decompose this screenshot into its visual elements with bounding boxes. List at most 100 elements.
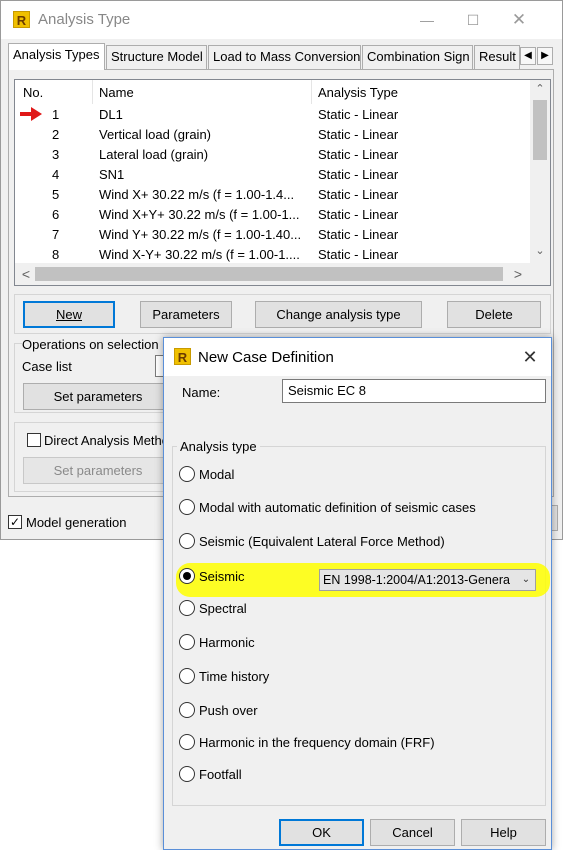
radio-seismic-elf[interactable] xyxy=(179,533,195,549)
model-generation-checkbox[interactable]: ✓ xyxy=(8,515,22,529)
new-button-label: New xyxy=(55,307,82,322)
tab-scroll-left-icon[interactable]: ◀ xyxy=(520,47,536,65)
radio-harmonic[interactable] xyxy=(179,634,195,650)
tab-combination-sign[interactable]: Combination Sign xyxy=(362,45,473,69)
parameters-button[interactable]: Parameters xyxy=(140,301,232,328)
list-item[interactable]: 3 Lateral load (grain) Static - Linear xyxy=(15,145,530,165)
window-title: Analysis Type xyxy=(38,11,131,28)
radio-modal[interactable] xyxy=(179,466,195,482)
column-header-type[interactable]: Analysis Type xyxy=(318,85,398,105)
scroll-up-icon[interactable]: ⌃ xyxy=(530,82,550,95)
option-label-harmonic-frf: Harmonic in the frequency domain (FRF) xyxy=(199,735,435,750)
minimize-button[interactable]: — xyxy=(404,1,450,39)
option-label-push-over: Push over xyxy=(199,703,258,718)
seismic-code-value: EN 1998-1:2004/A1:2013-Genera xyxy=(323,573,510,587)
row-no: 2 xyxy=(52,127,60,142)
column-header-no[interactable]: No. xyxy=(23,85,43,105)
dialog-close-icon[interactable]: ✕ xyxy=(510,338,550,376)
cancel-button-label: Cancel xyxy=(392,825,433,840)
radio-spectral[interactable] xyxy=(179,600,195,616)
radio-harmonic-frf[interactable] xyxy=(179,734,195,750)
new-button[interactable]: New xyxy=(23,301,115,328)
row-no: 6 xyxy=(52,207,60,222)
change-analysis-type-button[interactable]: Change analysis type xyxy=(255,301,422,328)
column-header-name[interactable]: Name xyxy=(99,85,134,105)
tab-load-to-mass[interactable]: Load to Mass Conversion xyxy=(208,45,361,69)
operations-group-label: Operations on selection xyxy=(22,337,163,352)
radio-footfall[interactable] xyxy=(179,766,195,782)
tab-result[interactable]: Result xyxy=(474,45,520,69)
option-label-seismic-elf: Seismic (Equivalent Lateral Force Method… xyxy=(199,534,445,549)
row-no: 7 xyxy=(52,227,60,242)
scrollbar-thumb[interactable] xyxy=(35,267,503,281)
analysis-type-group-label: Analysis type xyxy=(177,439,260,454)
list-item[interactable]: 2 Vertical load (grain) Static - Linear xyxy=(15,125,530,145)
set-parameters-label: Set parameters xyxy=(53,389,143,404)
row-type: Static - Linear xyxy=(318,107,399,122)
direct-analysis-checkbox[interactable] xyxy=(27,433,41,447)
close-button[interactable]: ✕ xyxy=(496,1,542,39)
row-type: Static - Linear xyxy=(318,147,399,162)
horizontal-scrollbar[interactable]: < > xyxy=(15,263,530,285)
radio-modal-automatic[interactable] xyxy=(179,499,195,515)
tab-structure-model[interactable]: Structure Model xyxy=(106,45,207,69)
row-name: SN1 xyxy=(99,167,125,182)
row-no: 8 xyxy=(52,247,60,262)
vertical-scrollbar[interactable]: ⌃ ⌄ xyxy=(530,80,550,263)
column-divider[interactable] xyxy=(92,80,93,104)
direct-set-parameters-label: Set parameters xyxy=(53,463,143,478)
seismic-code-select[interactable]: EN 1998-1:2004/A1:2013-Genera ⌄ xyxy=(319,569,536,591)
scrollbar-corner xyxy=(530,263,550,285)
list-item[interactable]: 6 Wind X+Y+ 30.22 m/s (f = 1.00-1... Sta… xyxy=(15,205,530,225)
model-generation-label: Model generation xyxy=(26,515,127,530)
maximize-button[interactable]: ☐ xyxy=(450,1,496,39)
list-item[interactable]: 4 SN1 Static - Linear xyxy=(15,165,530,185)
scroll-left-icon[interactable]: < xyxy=(19,266,33,282)
ok-button[interactable]: OK xyxy=(279,819,364,846)
list-item[interactable]: 8 Wind X-Y+ 30.22 m/s (f = 1.00-1.... St… xyxy=(15,245,530,263)
row-no: 5 xyxy=(52,187,60,202)
row-type: Static - Linear xyxy=(318,207,399,222)
list-item[interactable]: 7 Wind Y+ 30.22 m/s (f = 1.00-1.40... St… xyxy=(15,225,530,245)
scroll-right-icon[interactable]: > xyxy=(511,266,525,282)
delete-button[interactable]: Delete xyxy=(447,301,541,328)
help-button[interactable]: Help xyxy=(461,819,546,846)
robot-app-icon: R xyxy=(13,11,30,28)
direct-set-parameters-button[interactable]: Set parameters xyxy=(23,457,173,484)
radio-push-over[interactable] xyxy=(179,702,195,718)
cancel-button[interactable]: Cancel xyxy=(370,819,455,846)
radio-time-history[interactable] xyxy=(179,668,195,684)
tab-scroll-right-icon[interactable]: ▶ xyxy=(537,47,553,65)
row-name: Wind X+ 30.22 m/s (f = 1.00-1.4... xyxy=(99,187,295,202)
row-name: Wind X+Y+ 30.22 m/s (f = 1.00-1... xyxy=(99,207,300,222)
robot-app-icon: R xyxy=(174,348,191,365)
row-type: Static - Linear xyxy=(318,227,399,242)
row-type: Static - Linear xyxy=(318,187,399,202)
change-analysis-type-label: Change analysis type xyxy=(276,307,401,322)
case-list-label: Case list xyxy=(22,359,72,374)
title-bar[interactable]: R Analysis Type — ☐ ✕ xyxy=(1,1,562,39)
row-type: Static - Linear xyxy=(318,247,399,262)
radio-seismic[interactable] xyxy=(179,568,195,584)
scrollbar-thumb[interactable] xyxy=(533,100,547,160)
column-divider[interactable] xyxy=(311,80,312,104)
parameters-button-label: Parameters xyxy=(152,307,220,322)
row-name: DL1 xyxy=(99,107,123,122)
dialog-title-bar[interactable]: R New Case Definition ✕ xyxy=(164,338,551,376)
chevron-down-icon[interactable]: ⌄ xyxy=(517,570,535,590)
row-name: Wind Y+ 30.22 m/s (f = 1.00-1.40... xyxy=(99,227,302,242)
list-item[interactable]: 1 DL1 Static - Linear xyxy=(15,105,530,125)
row-name: Wind X-Y+ 30.22 m/s (f = 1.00-1.... xyxy=(99,247,300,262)
tab-analysis-types[interactable]: Analysis Types xyxy=(8,43,105,70)
dialog-title: New Case Definition xyxy=(198,349,334,366)
list-item[interactable]: 5 Wind X+ 30.22 m/s (f = 1.00-1.4... Sta… xyxy=(15,185,530,205)
option-label-time-history: Time history xyxy=(199,669,270,684)
option-label-modal-automatic: Modal with automatic definition of seism… xyxy=(199,500,476,515)
scroll-down-icon[interactable]: ⌄ xyxy=(530,244,550,257)
row-name: Vertical load (grain) xyxy=(99,127,211,142)
case-name-input[interactable]: Seismic EC 8 xyxy=(282,379,546,403)
set-parameters-button[interactable]: Set parameters xyxy=(23,383,173,410)
new-case-definition-dialog: R New Case Definition ✕ Name: Seismic EC… xyxy=(163,337,552,850)
row-no: 1 xyxy=(52,107,60,122)
option-label-footfall: Footfall xyxy=(199,767,242,782)
